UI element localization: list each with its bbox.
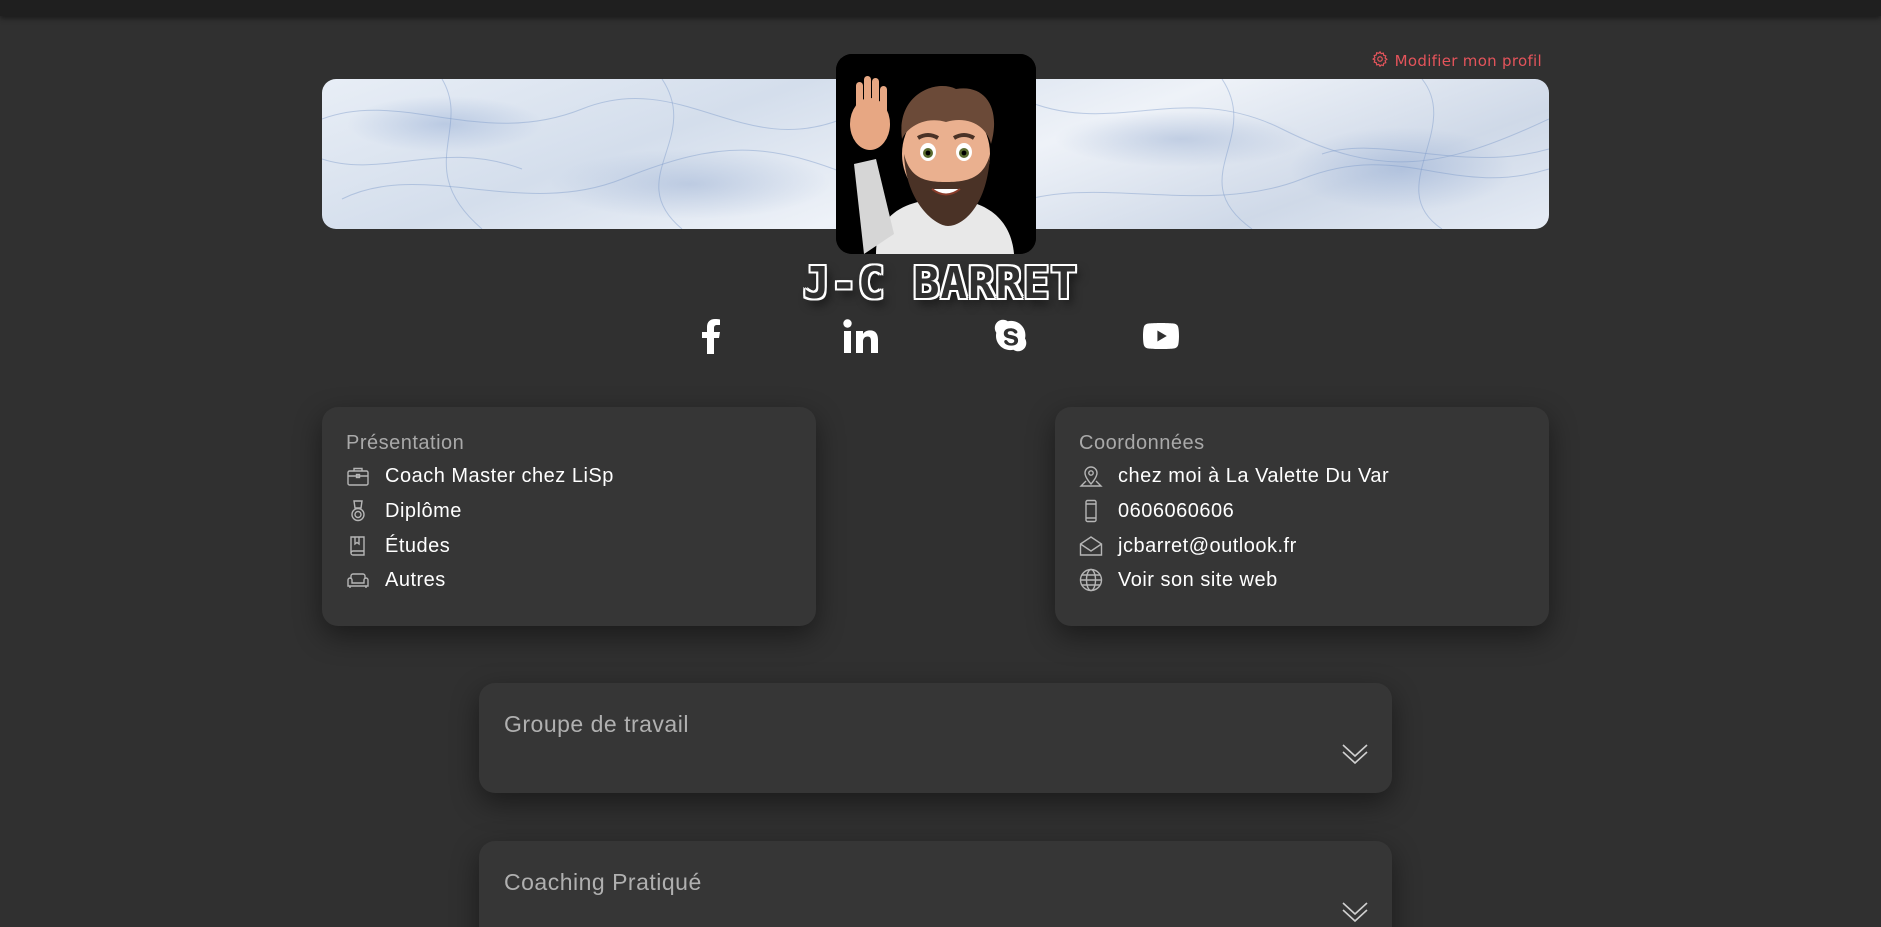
edit-profile-label: Modifier mon profil [1394, 52, 1542, 70]
coordinates-item-label: chez moi à La Valette Du Var [1118, 464, 1390, 487]
coordinates-item-website[interactable]: Voir son site web [1079, 568, 1278, 592]
profile-name: J-C BARRET [803, 258, 1078, 309]
top-bar [0, 0, 1881, 16]
book-icon [346, 534, 370, 558]
medal-icon [346, 499, 370, 523]
memoji-avatar-image [836, 54, 1036, 254]
skype-icon [994, 319, 1027, 352]
linkedin-icon [843, 319, 878, 353]
coordinates-item-label: jcbarret@outlook.fr [1118, 534, 1297, 557]
phone-icon [1079, 499, 1103, 523]
coordinates-item-phone[interactable]: 0606060606 [1079, 499, 1234, 523]
coordinates-item-label: Voir son site web [1118, 568, 1278, 591]
presentation-item-label: Coach Master chez LiSp [385, 464, 614, 487]
youtube-link[interactable] [1141, 316, 1181, 356]
facebook-icon [702, 319, 720, 354]
facebook-link[interactable] [691, 316, 731, 356]
edit-profile-link[interactable]: Modifier mon profil [1371, 50, 1542, 72]
section-title: Groupe de travail [504, 711, 689, 737]
chevron-down-icon[interactable] [1340, 741, 1370, 767]
presentation-title: Présentation [346, 432, 465, 454]
presentation-item-label: Autres [385, 568, 446, 591]
presentation-item-other[interactable]: Autres [346, 568, 446, 592]
coordinates-card: Coordonnées chez moi à La Valette Du Var… [1055, 407, 1549, 626]
coordinates-item-email[interactable]: jcbarret@outlook.fr [1079, 534, 1297, 558]
skype-link[interactable] [991, 316, 1031, 356]
presentation-card: Présentation Coach Master chez LiSp Dipl… [322, 407, 816, 626]
sofa-icon [346, 568, 370, 592]
gear-icon [1371, 50, 1389, 72]
section-title: Coaching Pratiqué [504, 869, 702, 895]
briefcase-icon [346, 464, 370, 488]
chevron-down-icon[interactable] [1340, 899, 1370, 925]
section-coaching-practiced[interactable]: Coaching Pratiqué [479, 841, 1392, 927]
youtube-icon [1143, 323, 1179, 349]
globe-icon [1079, 568, 1103, 592]
map-pin-icon [1079, 464, 1103, 488]
linkedin-link[interactable] [841, 316, 881, 356]
section-work-group[interactable]: Groupe de travail [479, 683, 1392, 793]
mail-icon [1079, 534, 1103, 558]
avatar [836, 54, 1036, 254]
coordinates-item-address[interactable]: chez moi à La Valette Du Var [1079, 464, 1389, 488]
presentation-item-job[interactable]: Coach Master chez LiSp [346, 464, 614, 488]
presentation-item-label: Diplôme [385, 499, 462, 522]
presentation-item-studies[interactable]: Études [346, 534, 450, 558]
presentation-item-label: Études [385, 534, 451, 557]
presentation-item-diploma[interactable]: Diplôme [346, 499, 462, 523]
coordinates-item-label: 0606060606 [1118, 499, 1235, 522]
coordinates-title: Coordonnées [1079, 432, 1205, 454]
